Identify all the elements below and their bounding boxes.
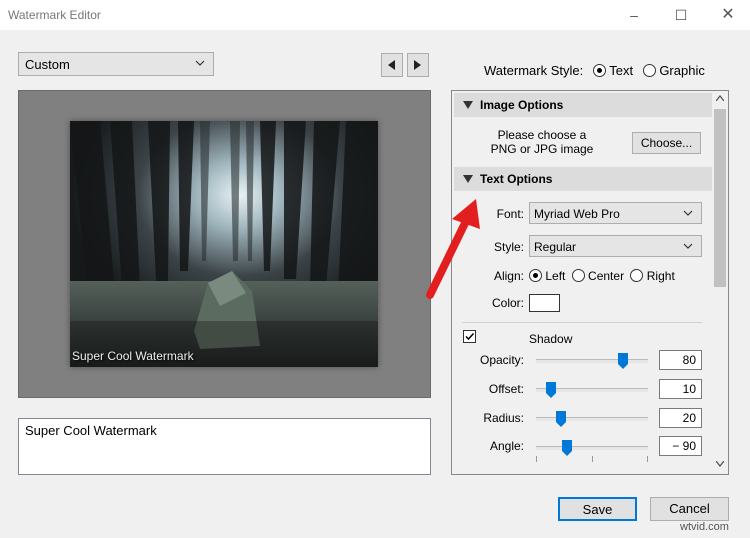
angle-label: Angle: [489,439,524,453]
text-options-header[interactable]: Text Options [454,167,713,191]
image-options-title: Image Options [480,98,564,112]
collapse-triangle-icon [463,101,473,109]
color-swatch[interactable] [529,294,560,312]
radio-text[interactable] [592,64,606,77]
radius-slider[interactable] [536,411,648,427]
previous-icon [388,60,395,70]
chevron-down-icon [195,60,205,66]
offset-slider[interactable] [536,382,648,398]
checkbox-icon [465,332,475,341]
preview-photo: Super Cool Watermark [70,121,378,367]
radius-label: Radius: [483,411,524,425]
title-bar: Watermark Editor – ☐ ✕ [0,0,750,30]
divider [462,322,702,323]
chevron-down-icon [683,243,693,249]
site-watermark: wtvid.com [680,521,729,533]
options-panel: Image Options Please choose a PNG or JPG… [451,90,729,475]
chevron-down-icon [683,210,693,216]
offset-value[interactable]: 10 [659,379,702,399]
slider-thumb-icon[interactable] [546,382,557,398]
preview-watermark-text: Super Cool Watermark [72,349,194,363]
close-icon[interactable]: ✕ [715,4,741,26]
save-button[interactable]: Save [558,497,637,521]
align-center-label: Center [588,269,625,283]
shadow-label: Shadow [529,332,573,346]
font-value: Myriad Web Pro [534,207,620,221]
next-icon [414,60,421,70]
angle-ticks [536,456,648,462]
opacity-value[interactable]: 80 [659,350,702,370]
preset-dropdown[interactable]: Custom [18,52,214,76]
align-left-radio[interactable] [529,269,542,282]
slider-thumb-icon[interactable] [561,440,572,456]
angle-slider[interactable] [536,440,648,456]
angle-value[interactable]: − 90 [659,436,702,456]
watermark-style-label: Watermark Style: [484,63,584,78]
radio-graphic-label: Graphic [659,63,705,78]
text-options-title: Text Options [480,172,553,186]
font-dropdown[interactable]: Myriad Web Pro [529,202,702,224]
radio-graphic[interactable] [642,64,656,77]
scrollbar-thumb[interactable] [714,109,726,287]
align-radios: Left Center Right [529,269,675,283]
minimize-icon[interactable]: – [621,4,647,26]
shadow-checkbox[interactable] [463,330,476,343]
maximize-icon[interactable]: ☐ [668,4,694,26]
slider-thumb-icon[interactable] [556,411,567,427]
watermark-editor-window: Watermark Editor – ☐ ✕ Custom Super Cool… [0,0,750,538]
cancel-button[interactable]: Cancel [650,497,729,521]
radio-text-label: Text [609,63,634,78]
choose-button[interactable]: Choose... [632,132,701,154]
window-title: Watermark Editor [8,8,101,22]
opacity-slider[interactable] [536,353,648,369]
image-options-header[interactable]: Image Options [454,93,713,117]
opacity-label: Opacity: [479,353,524,367]
align-right-label: Right [646,269,675,283]
panel-scrollbar[interactable] [712,91,728,474]
radius-value[interactable]: 20 [659,408,702,428]
previous-button[interactable] [381,53,403,77]
image-prompt: Please choose a PNG or JPG image [482,128,602,156]
slider-thumb-icon[interactable] [617,353,628,369]
scroll-up-icon[interactable] [716,95,724,101]
collapse-triangle-icon [463,175,473,183]
align-right-radio[interactable] [630,269,644,282]
preview-area: Super Cool Watermark [18,90,431,398]
align-left-label: Left [545,269,566,283]
forest-image [70,121,378,367]
next-button[interactable] [407,53,429,77]
align-center-radio[interactable] [571,269,585,282]
style-dropdown[interactable]: Regular [529,235,702,257]
style-value: Regular [534,240,577,254]
watermark-style-row: Watermark Style: Text Graphic [484,63,705,78]
watermark-text-input[interactable]: Super Cool Watermark [18,418,431,475]
red-arrow-annotation [426,199,480,299]
image-prompt-line2: PNG or JPG image [490,142,594,156]
preset-value: Custom [25,57,70,72]
image-prompt-line1: Please choose a [497,128,587,142]
scroll-down-icon[interactable] [716,461,724,467]
offset-label: Offset: [488,382,524,396]
